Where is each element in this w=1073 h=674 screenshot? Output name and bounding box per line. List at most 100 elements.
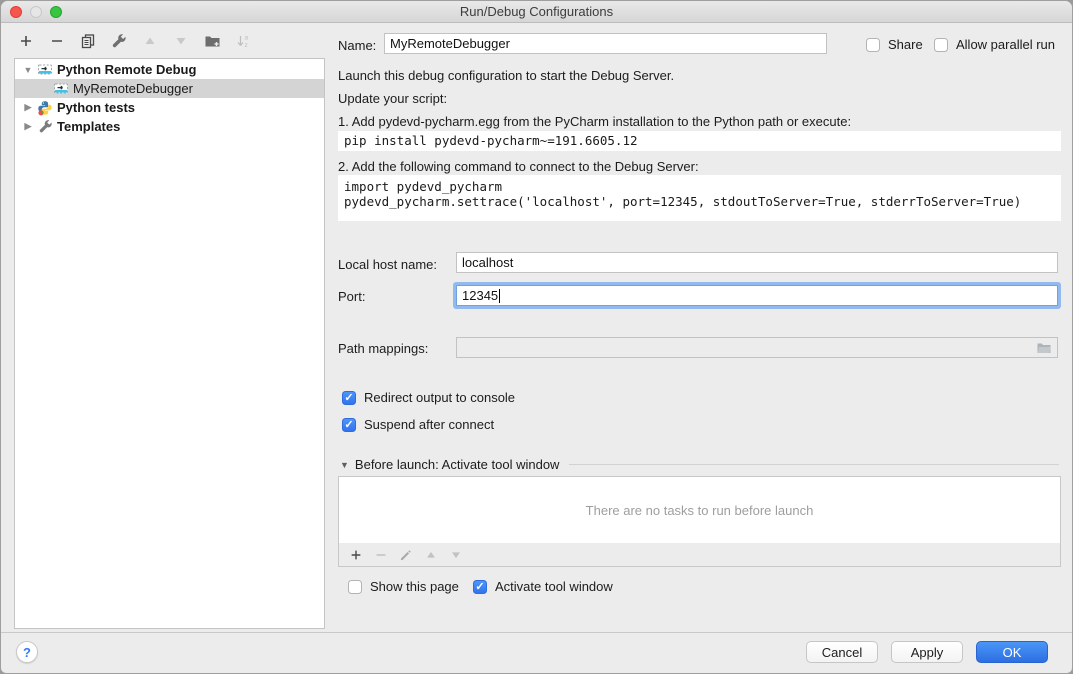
redirect-output-checkbox[interactable]: [342, 391, 356, 405]
chevron-down-icon[interactable]: ▼: [21, 65, 35, 75]
show-this-page-label: Show this page: [370, 579, 459, 594]
remote-debug-config-icon: [53, 81, 69, 97]
minus-icon: [374, 548, 388, 562]
move-down-button[interactable]: [170, 30, 192, 52]
allow-parallel-run-label: Allow parallel run: [956, 37, 1055, 52]
description-line-2: Update your script:: [338, 91, 447, 106]
share-checkbox-row: Share: [866, 37, 923, 52]
configurations-tree: ▼ Python Remote Debug MyRemoteDebugger: [14, 58, 325, 629]
edit-task-button[interactable]: [397, 546, 415, 564]
new-folder-button[interactable]: [201, 30, 223, 52]
svg-text:z: z: [245, 42, 248, 49]
before-launch-title: Before launch: Activate tool window: [355, 457, 560, 472]
settrace-code-block: import pydevd_pycharm pydevd_pycharm.set…: [338, 175, 1061, 221]
templates-wrench-icon: [37, 119, 53, 135]
help-button[interactable]: ?: [16, 641, 38, 663]
show-this-page-row: Show this page: [348, 579, 459, 594]
local-host-name-input[interactable]: [456, 252, 1058, 273]
suspend-after-connect-label: Suspend after connect: [364, 417, 494, 432]
tree-item-label: Python Remote Debug: [57, 62, 196, 77]
name-input[interactable]: [384, 33, 827, 54]
pencil-icon: [399, 548, 413, 562]
python-tests-icon: [37, 100, 53, 116]
code-line-2: pydevd_pycharm.settrace('localhost', por…: [344, 194, 1021, 209]
tree-item-label: Templates: [57, 119, 120, 134]
suspend-after-connect-checkbox[interactable]: [342, 418, 356, 432]
move-task-down-button[interactable]: [447, 546, 465, 564]
activate-tool-window-row: Activate tool window: [473, 579, 613, 594]
redirect-output-row: Redirect output to console: [342, 390, 515, 405]
allow-parallel-run-checkbox[interactable]: [934, 38, 948, 52]
path-mappings-label: Path mappings:: [338, 341, 428, 356]
tree-item-label: Python tests: [57, 100, 135, 115]
port-value: 12345: [462, 288, 498, 303]
remove-configuration-button[interactable]: [46, 30, 68, 52]
port-input[interactable]: 12345: [456, 285, 1058, 306]
copy-configuration-button[interactable]: [77, 30, 99, 52]
sort-configurations-button[interactable]: a z: [232, 30, 254, 52]
allow-parallel-run-checkbox-row: Allow parallel run: [934, 37, 1055, 52]
tree-item-python-tests[interactable]: ▶ Python tests: [15, 98, 324, 117]
tree-item-myremotedebugger[interactable]: MyRemoteDebugger: [15, 79, 324, 98]
edit-templates-button[interactable]: [108, 30, 130, 52]
window-title: Run/Debug Configurations: [460, 4, 613, 19]
empty-tasks-message: There are no tasks to run before launch: [586, 503, 814, 518]
arrow-up-icon: [142, 33, 158, 49]
cancel-button[interactable]: Cancel: [806, 641, 878, 663]
chevron-right-icon[interactable]: ▶: [21, 121, 35, 132]
ok-button[interactable]: OK: [976, 641, 1048, 663]
arrow-up-icon: [424, 548, 438, 562]
code-line-1: import pydevd_pycharm: [344, 179, 502, 194]
run-debug-configurations-dialog: Run/Debug Configurations: [0, 0, 1073, 674]
folder-icon: [1036, 341, 1052, 355]
wrench-icon: [111, 33, 127, 49]
share-checkbox[interactable]: [866, 38, 880, 52]
tree-item-python-remote-debug[interactable]: ▼ Python Remote Debug: [15, 60, 324, 79]
header-rule: [569, 464, 1059, 465]
footer-divider: [1, 632, 1072, 633]
sort-az-icon: a z: [235, 33, 251, 49]
show-this-page-checkbox[interactable]: [348, 580, 362, 594]
description-line-1: Launch this debug configuration to start…: [338, 68, 674, 83]
add-task-button[interactable]: [347, 546, 365, 564]
before-launch-header[interactable]: ▼ Before launch: Activate tool window: [340, 457, 1059, 472]
svg-text:a: a: [245, 35, 249, 42]
copy-icon: [80, 33, 96, 49]
arrow-down-icon: [173, 33, 189, 49]
activate-tool-window-label: Activate tool window: [495, 579, 613, 594]
minus-icon: [49, 33, 65, 49]
share-label: Share: [888, 37, 923, 52]
port-label: Port:: [338, 289, 365, 304]
name-label: Name:: [338, 38, 376, 53]
move-up-button[interactable]: [139, 30, 161, 52]
chevron-right-icon[interactable]: ▶: [21, 102, 35, 113]
minimize-button: [30, 6, 42, 18]
arrow-down-icon: [449, 548, 463, 562]
question-mark-icon: ?: [23, 645, 31, 660]
pip-install-command: pip install pydevd-pycharm~=191.6605.12: [338, 131, 1061, 151]
path-mappings-input[interactable]: [456, 337, 1058, 358]
before-launch-task-list[interactable]: There are no tasks to run before launch: [338, 476, 1061, 544]
step-1-text: 1. Add pydevd-pycharm.egg from the PyCha…: [338, 114, 851, 129]
add-configuration-button[interactable]: [15, 30, 37, 52]
tree-item-templates[interactable]: ▶ Templates: [15, 117, 324, 136]
before-launch-toolbar: [338, 543, 1061, 567]
apply-button[interactable]: Apply: [891, 641, 963, 663]
activate-tool-window-checkbox[interactable]: [473, 580, 487, 594]
close-button[interactable]: [10, 6, 22, 18]
titlebar: Run/Debug Configurations: [1, 1, 1072, 23]
plus-icon: [18, 33, 34, 49]
local-host-name-label: Local host name:: [338, 257, 437, 272]
folder-plus-icon: [204, 33, 221, 49]
remove-task-button[interactable]: [372, 546, 390, 564]
tree-item-label: MyRemoteDebugger: [73, 81, 193, 96]
move-task-up-button[interactable]: [422, 546, 440, 564]
step-2-text: 2. Add the following command to connect …: [338, 159, 699, 174]
text-caret: [499, 289, 500, 303]
browse-folder-button[interactable]: [1036, 341, 1052, 355]
chevron-down-icon[interactable]: ▼: [340, 460, 349, 470]
remote-debug-config-icon: [37, 62, 53, 78]
zoom-button[interactable]: [50, 6, 62, 18]
plus-icon: [349, 548, 363, 562]
suspend-after-connect-row: Suspend after connect: [342, 417, 494, 432]
